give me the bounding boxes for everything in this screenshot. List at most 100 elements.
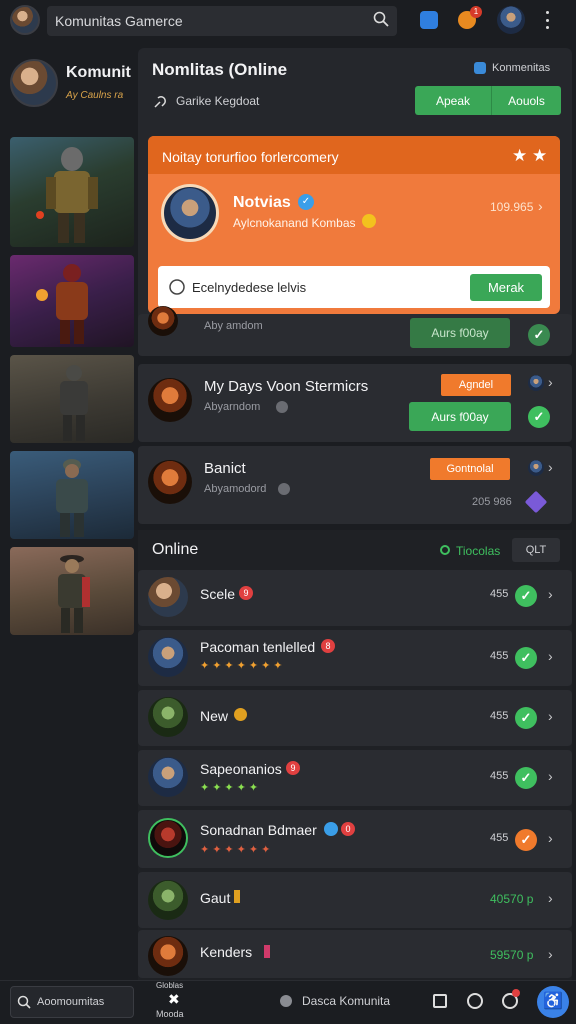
info-icon (276, 401, 288, 413)
check-icon[interactable]: ✓ (528, 406, 550, 428)
chevron-right-icon[interactable]: › (548, 830, 553, 846)
info-icon[interactable] (467, 993, 483, 1009)
community-avatar[interactable] (10, 59, 58, 107)
promo-input[interactable]: Ecelnydedese lelvis Merak (158, 266, 550, 308)
online-user-avatar (148, 637, 188, 677)
achievement-icons: ✦✦✦✦✦ (200, 782, 262, 794)
owner-label: Konmenitas (492, 62, 551, 74)
discover-icon[interactable] (280, 995, 292, 1007)
owner-icon (474, 62, 486, 74)
bottom-search-input[interactable]: Aoomoumitas (37, 996, 104, 1008)
tab-aouols[interactable]: Aouols (491, 86, 561, 115)
chevron-right-icon[interactable]: › (548, 648, 553, 664)
notification-badge: 1 (470, 6, 482, 18)
chevron-right-icon[interactable]: › (548, 768, 553, 784)
profile-avatar[interactable] (10, 5, 40, 35)
check-icon[interactable]: ✓ (515, 707, 537, 729)
online-user-name: New (200, 708, 229, 724)
chat-icon (168, 278, 186, 301)
panel-title: Nomlitas (Online (152, 60, 288, 79)
tab-apeak[interactable]: Apeak (415, 86, 491, 115)
online-user-avatar (148, 697, 188, 737)
feed-avatar (148, 378, 192, 422)
promo-input-text[interactable]: Ecelnydedese lelvis (192, 280, 306, 295)
feed-avatar (148, 306, 178, 336)
chevron-right-icon[interactable]: › (548, 586, 553, 602)
chevron-right-icon[interactable]: › (538, 198, 543, 214)
chevron-right-icon[interactable]: › (548, 946, 553, 962)
promo-card: Noitay torurfioo forlercomery ★ ★ Notvia… (148, 136, 560, 314)
chevron-right-icon[interactable]: › (548, 708, 553, 724)
search-input[interactable]: Komunitas Gamerce (55, 13, 183, 29)
promo-user-name: Notvias (233, 194, 291, 211)
user-avatar[interactable] (497, 6, 525, 34)
check-icon[interactable]: ✓ (515, 585, 537, 607)
more-menu-icon[interactable] (544, 11, 550, 29)
level-badge: 9 (286, 761, 300, 775)
app-icon[interactable] (420, 11, 438, 29)
star-icon[interactable]: ★ (512, 146, 527, 166)
game-thumbnail[interactable] (10, 137, 134, 247)
feed-item[interactable]: My Days Voon Stermicrs Abyarndom Agndel … (138, 364, 572, 442)
status-dot-icon (440, 545, 450, 555)
online-user-row[interactable]: New 455 ✓ › (138, 690, 572, 746)
online-user-row[interactable]: Pacoman tenlelled 8 ✦✦✦✦✦✦✦ 455 ✓ › (138, 630, 572, 686)
online-user-name: Pacoman tenlelled (200, 639, 316, 655)
online-user-row[interactable]: Sapeonanios 9 ✦✦✦✦✦ 455 ✓ › (138, 750, 572, 806)
online-user-row[interactable]: Kenders 59570 p › (138, 930, 572, 978)
online-status: Tiocolas (456, 544, 501, 558)
game-thumbnail[interactable] (10, 255, 134, 347)
link-icon (152, 94, 168, 115)
online-user-avatar (148, 757, 188, 797)
feed-action-button[interactable]: Aurs f00ay (409, 402, 511, 431)
chevron-right-icon[interactable]: › (548, 890, 553, 906)
level-badge: 9 (239, 586, 253, 600)
square-icon[interactable] (433, 994, 447, 1008)
gem-icon (524, 490, 548, 514)
game-thumbnail[interactable] (10, 355, 134, 443)
search-bar[interactable]: Komunitas Gamerce (47, 6, 397, 36)
level-badge (264, 945, 270, 958)
promo-user-sub: Aylcnokanand Kombas (233, 216, 356, 230)
promo-value: 109.965 (490, 200, 534, 214)
online-user-row[interactable]: Sonadnan Bdmaer 0 ✦✦✦✦✦✦ 455 ✓ › (138, 810, 572, 868)
achievement-icons: ✦✦✦✦✦✦✦ (200, 660, 286, 672)
online-filter-button[interactable]: QLT (512, 538, 560, 562)
online-user-avatar (148, 818, 188, 858)
level-badge: 8 (321, 639, 335, 653)
star-icon[interactable]: ★ (532, 146, 547, 166)
online-header: Online (152, 541, 199, 558)
feed-value: 205 986 (472, 496, 512, 508)
promo-user-avatar[interactable] (161, 184, 219, 242)
check-icon[interactable]: ✓ (515, 829, 537, 851)
chevron-right-icon[interactable]: › (548, 459, 553, 475)
bottom-search[interactable]: Aoomoumitas (10, 986, 134, 1018)
feed-action-button[interactable]: Aurs f00ay (410, 318, 510, 348)
feed-title: My Days Voon Stermicrs (204, 378, 369, 395)
online-user-name: Gaut (200, 890, 231, 906)
online-user-row[interactable]: Scele 9 455 ✓ › (138, 570, 572, 626)
check-icon[interactable]: ✓ (515, 647, 537, 669)
chevron-right-icon[interactable]: › (548, 374, 553, 390)
accessibility-button[interactable]: ♿ (537, 986, 569, 1018)
feed-sub: Abyamodord (204, 483, 267, 495)
verified-icon (324, 822, 338, 836)
achievement-icons: ✦✦✦✦✦✦ (200, 844, 274, 856)
discover-label[interactable]: Dasca Komunita (302, 994, 390, 1008)
merak-button[interactable]: Merak (470, 274, 542, 301)
check-icon[interactable]: ✓ (515, 767, 537, 789)
community-name: Komunit (66, 64, 131, 81)
game-thumbnail[interactable] (10, 451, 134, 539)
info-icon (278, 483, 290, 495)
search-icon (17, 995, 31, 1014)
verified-icon: ✓ (298, 194, 314, 210)
feed-avatar (148, 460, 192, 504)
online-user-row[interactable]: Gaut 40570 p › (138, 872, 572, 928)
home-icon[interactable]: ✖ (168, 991, 180, 1008)
feed-item[interactable]: Banict Abyamodord Gontnolal › 205 986 (138, 446, 572, 524)
check-icon[interactable]: ✓ (528, 324, 550, 346)
feed-item[interactable]: Aby amdom Aurs f00ay ✓ (138, 306, 572, 356)
game-thumbnail[interactable] (10, 547, 134, 635)
search-icon[interactable] (373, 11, 389, 32)
feed-title: Banict (204, 460, 246, 477)
